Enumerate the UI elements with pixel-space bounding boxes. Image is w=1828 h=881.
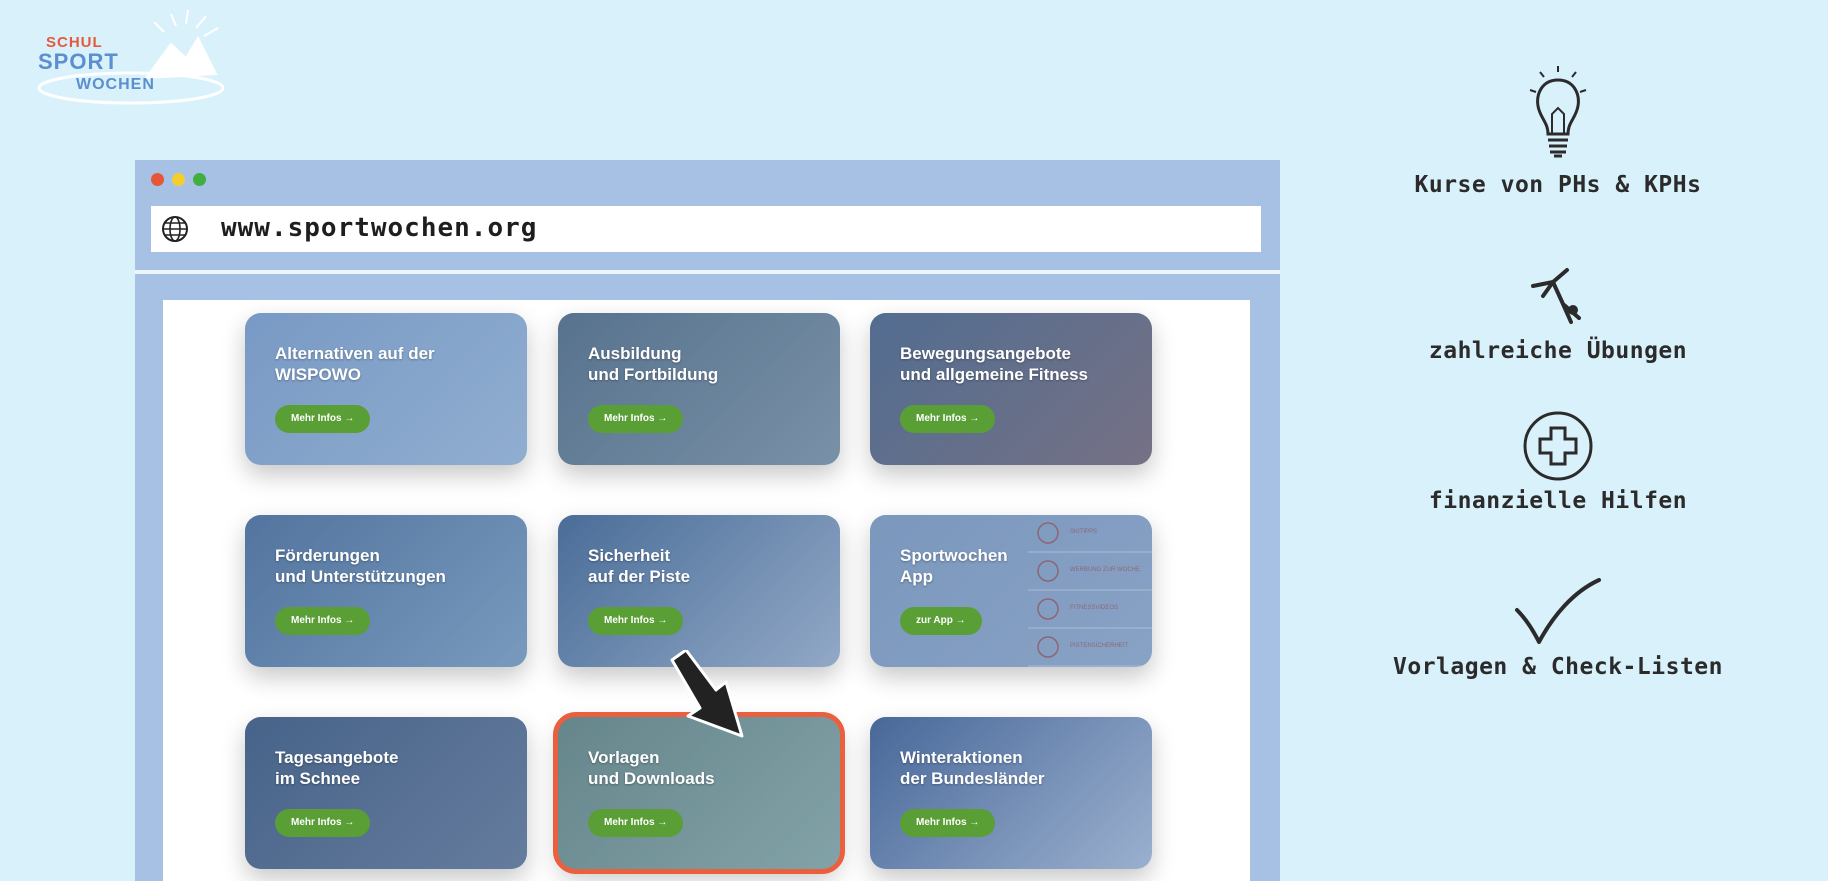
mehr-infos-button[interactable]: Mehr Infos →	[588, 405, 684, 433]
checkmark-icon	[1515, 578, 1601, 644]
divider	[135, 270, 1280, 274]
logo-text-sport: SPORT	[38, 49, 119, 74]
feature-label: finanzielle Hilfen	[1428, 488, 1688, 514]
card-title: Alternativen auf der WISPOWO	[275, 344, 435, 384]
card-alternativen[interactable]: Alternativen auf der WISPOWO Mehr Infos →	[245, 313, 527, 465]
card-title: Förderungen und Unterstützungen	[275, 546, 446, 586]
mehr-infos-button[interactable]: Mehr Infos →	[275, 607, 371, 635]
mehr-infos-button[interactable]: Mehr Infos →	[588, 607, 684, 635]
card-title: Winteraktionen der Bundesländer	[900, 748, 1045, 788]
card-tagesangebote[interactable]: Tagesangebote im Schnee Mehr Infos →	[245, 717, 527, 869]
close-dot[interactable]	[151, 173, 164, 186]
mehr-infos-button[interactable]: Mehr Infos →	[900, 405, 996, 433]
card-overlay	[870, 515, 1152, 667]
browser-window: www.sportwochen.org Alternativen auf der…	[135, 160, 1280, 881]
logo-text-wochen: WOCHEN	[76, 76, 155, 93]
plus-circle-icon	[1523, 411, 1593, 481]
card-foerderungen[interactable]: Förderungen und Unterstützungen Mehr Info…	[245, 515, 527, 667]
card-overlay	[558, 515, 840, 667]
mehr-infos-button[interactable]: Mehr Infos →	[275, 809, 371, 837]
card-ausbildung[interactable]: Ausbildung und Fortbildung Mehr Infos →	[558, 313, 840, 465]
mehr-infos-button[interactable]: Mehr Infos →	[588, 809, 684, 837]
card-title: Ausbildung und Fortbildung	[588, 344, 719, 384]
card-overlay	[245, 515, 527, 667]
maximize-dot[interactable]	[193, 173, 206, 186]
card-title: Sportwochen App	[900, 546, 1008, 586]
arrow-pointer-icon	[670, 650, 744, 738]
card-sicherheit[interactable]: Sicherheit auf der Piste Mehr Infos →	[558, 515, 840, 667]
globe-icon	[162, 216, 188, 242]
feature-templates: Vorlagen & Check-Listen	[1378, 578, 1738, 680]
feature-financial: finanzielle Hilfen	[1378, 410, 1738, 514]
mehr-infos-button[interactable]: Mehr Infos →	[900, 809, 996, 837]
feature-exercises: zahlreiche Übungen	[1378, 266, 1738, 364]
feature-courses: Kurse von PHs & KPHs	[1378, 62, 1738, 198]
card-overlay	[245, 313, 527, 465]
feature-label: Kurse von PHs & KPHs	[1414, 172, 1702, 198]
logo: SCHUL SPORT WOCHEN	[36, 6, 226, 106]
page-content: Alternativen auf der WISPOWO Mehr Infos →…	[163, 300, 1250, 881]
card-sportwochen-app[interactable]: SKITIPPS WERBUNG ZUR WOCHE FITNESSVIDEOS PI…	[870, 515, 1152, 667]
zur-app-button[interactable]: zur App →	[900, 607, 982, 635]
card-title: Sicherheit auf der Piste	[588, 546, 691, 586]
card-title: Bewegungsangebote und allgemeine Fitness	[900, 344, 1088, 384]
lightbulb-icon	[1529, 66, 1587, 158]
card-overlay	[870, 717, 1152, 869]
card-bewegungsangebote[interactable]: Bewegungsangebote und allgemeine Fitness…	[870, 313, 1152, 465]
minimize-dot[interactable]	[172, 173, 185, 186]
url-text: www.sportwochen.org	[221, 213, 538, 243]
card-winteraktionen[interactable]: Winteraktionen der Bundesländer Mehr Info…	[870, 717, 1152, 869]
window-controls	[151, 173, 206, 186]
card-overlay	[870, 313, 1152, 465]
mehr-infos-button[interactable]: Mehr Infos →	[275, 405, 371, 433]
address-bar[interactable]: www.sportwochen.org	[151, 206, 1261, 252]
feature-label: zahlreiche Übungen	[1428, 338, 1688, 364]
card-overlay	[558, 313, 840, 465]
card-title: Tagesangebote im Schnee	[275, 748, 399, 788]
feature-label: Vorlagen & Check-Listen	[1393, 654, 1723, 680]
card-title: Vorlagen und Downloads	[588, 748, 715, 788]
card-overlay	[245, 717, 527, 869]
gymnast-icon	[1531, 268, 1581, 324]
